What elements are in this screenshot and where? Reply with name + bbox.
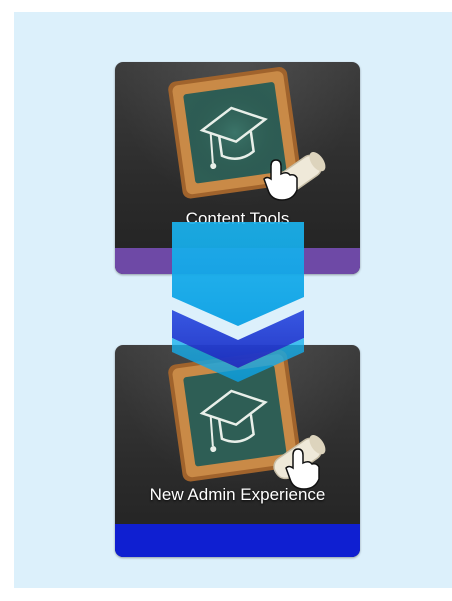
chalkboard-icon bbox=[168, 66, 326, 201]
tile-accent-bar bbox=[115, 524, 360, 557]
chevron-down-arrows-icon bbox=[172, 222, 304, 382]
tile-label: New Admin Experience bbox=[149, 485, 326, 504]
